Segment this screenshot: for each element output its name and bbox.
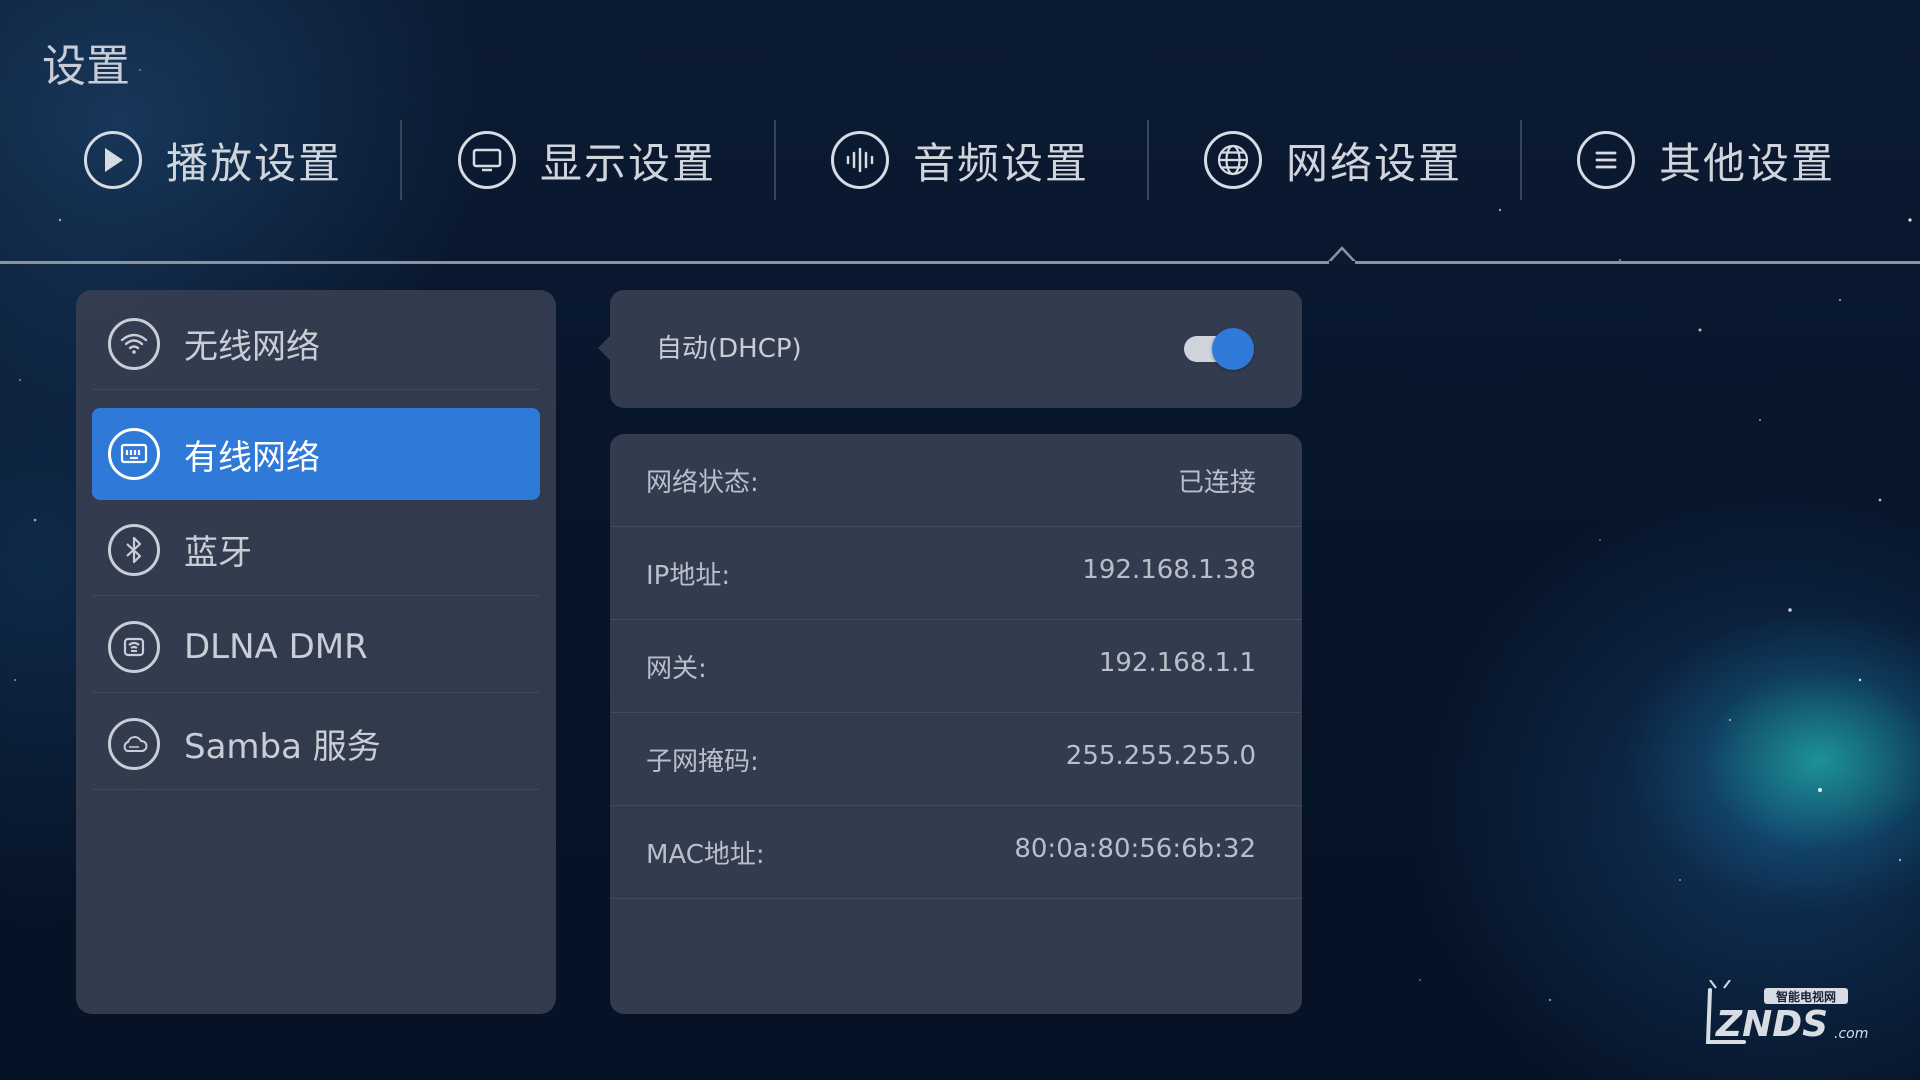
info-value: 80:0a:80:56:6b:32 <box>1014 834 1256 864</box>
dlna-icon <box>108 620 160 673</box>
info-row-status: 网络状态: 已连接 <box>610 434 1302 527</box>
tab-underline <box>0 261 1920 264</box>
selected-tab-caret <box>1328 246 1356 264</box>
network-sidebar: 无线网络 有线网络 蓝牙 DLNA DMR Samba 服务 <box>76 290 556 1014</box>
tab-label: 音频设置 <box>913 138 1090 188</box>
info-row-subnet-mask: 子网掩码: 255.255.255.0 <box>610 713 1302 806</box>
tab-network-settings[interactable]: 网络设置 <box>1204 112 1462 208</box>
watermark-top-text: 智能电视网 <box>1775 989 1836 1004</box>
card-pointer <box>598 336 610 360</box>
watermark-suffix-text: .com <box>1834 1026 1868 1042</box>
top-tab-bar: 播放设置 显示设置 音频设置 网络设置 其他设置 <box>0 112 1920 208</box>
globe-icon <box>1204 131 1262 189</box>
info-row-mac: MAC地址: 80:0a:80:56:6b:32 <box>610 806 1302 899</box>
toggle-knob <box>1212 328 1254 370</box>
tab-label: 网络设置 <box>1286 138 1463 188</box>
watermark-main-text: ZNDS <box>1715 1004 1828 1045</box>
dhcp-toggle[interactable] <box>1184 328 1256 370</box>
tab-playback-settings[interactable]: 播放设置 <box>84 112 342 208</box>
info-value: 192.168.1.38 <box>1082 555 1256 585</box>
sidebar-item-dlna[interactable]: DLNA DMR <box>92 601 540 693</box>
info-row-ip: IP地址: 192.168.1.38 <box>610 527 1302 620</box>
info-value: 255.255.255.0 <box>1065 741 1256 771</box>
tab-divider <box>1147 120 1149 200</box>
sidebar-item-label: 有线网络 <box>184 437 320 478</box>
audio-wave-icon <box>831 131 889 189</box>
tab-label: 播放设置 <box>166 138 343 188</box>
monitor-icon <box>458 131 516 189</box>
network-info-card: 网络状态: 已连接 IP地址: 192.168.1.38 网关: 192.168… <box>610 434 1302 1014</box>
tab-label: 其他设置 <box>1659 138 1836 188</box>
tab-label: 显示设置 <box>540 138 717 188</box>
info-value: 192.168.1.1 <box>1098 648 1256 678</box>
sidebar-item-label: Samba 服务 <box>184 727 381 767</box>
dhcp-setting-card: 自动(DHCP) <box>598 290 1302 408</box>
znds-watermark-logo: 智能电视网 ZNDS .com <box>1705 980 1868 1045</box>
sidebar-item-samba[interactable]: Samba 服务 <box>92 698 540 790</box>
sidebar-item-wired[interactable]: 有线网络 <box>92 408 540 500</box>
info-key: IP地址: <box>646 561 731 591</box>
dhcp-label: 自动(DHCP) <box>656 334 802 364</box>
sidebar-item-label: 蓝牙 <box>184 533 252 573</box>
tab-divider <box>400 120 402 200</box>
sidebar-item-wireless[interactable]: 无线网络 <box>92 298 540 390</box>
page-title: 设置 <box>42 41 130 92</box>
info-key: 子网掩码: <box>646 747 759 777</box>
wifi-icon <box>108 317 160 370</box>
info-key: 网关: <box>646 654 707 684</box>
info-key: MAC地址: <box>646 840 765 870</box>
tab-divider <box>1520 120 1522 200</box>
sidebar-item-label: 无线网络 <box>184 327 320 367</box>
tab-display-settings[interactable]: 显示设置 <box>458 112 716 208</box>
info-key: 网络状态: <box>646 468 759 498</box>
info-row-gateway: 网关: 192.168.1.1 <box>610 620 1302 713</box>
info-value: 已连接 <box>1177 468 1256 498</box>
samba-icon <box>108 717 160 770</box>
bluetooth-icon <box>108 523 160 576</box>
tab-other-settings[interactable]: 其他设置 <box>1577 112 1835 208</box>
tab-audio-settings[interactable]: 音频设置 <box>831 112 1089 208</box>
sidebar-item-label: DLNA DMR <box>184 626 368 667</box>
play-icon <box>84 131 142 189</box>
menu-icon <box>1577 131 1635 189</box>
ethernet-icon <box>108 428 160 480</box>
sidebar-item-bluetooth[interactable]: 蓝牙 <box>92 504 540 596</box>
tab-divider <box>774 120 776 200</box>
